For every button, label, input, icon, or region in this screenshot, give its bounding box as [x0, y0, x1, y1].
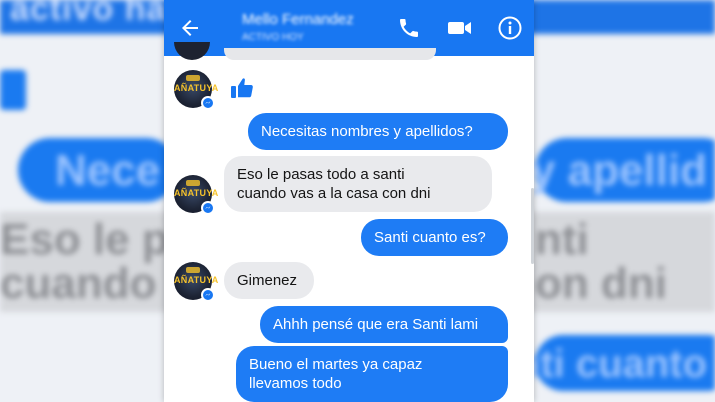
message-text-line2: cuando vas a la casa con dni: [237, 185, 431, 202]
message-thread[interactable]: AÑATUYA Necesitas nombres y apellidos? A…: [164, 42, 534, 402]
thumbs-up-icon[interactable]: [230, 76, 254, 100]
previous-avatar-edge: [174, 42, 210, 60]
message-bubble-outgoing[interactable]: Bueno el martes ya capaz llevamos todo: [236, 346, 508, 402]
messenger-badge-icon: [201, 201, 215, 215]
message-text: Gimenez: [237, 272, 298, 289]
message-bubble-incoming[interactable]: Gimenez: [224, 262, 314, 299]
info-icon[interactable]: [497, 15, 523, 41]
bg-blue-text-right-2: nti cuanto: [515, 342, 707, 386]
bg-blue-text-left: Nece: [55, 146, 161, 195]
bg-grey-text-right-line2: on dni: [535, 259, 667, 308]
video-camera-icon[interactable]: [447, 16, 473, 40]
message-text: Ahhh pensé que era Santi lami: [273, 316, 479, 333]
bg-grey-text-right: nti on dni: [535, 218, 667, 306]
avatar-label: AÑATUYA: [174, 188, 219, 198]
bg-grey-text-right-line1: nti: [535, 215, 589, 264]
messenger-screen: Mello Fernandez ACTIVO HOY AÑATUYA Neces…: [164, 0, 534, 402]
message-text: Santi cuanto es?: [374, 229, 486, 246]
contact-name[interactable]: Mello Fernandez: [242, 11, 354, 28]
contact-status: ACTIVO HOY: [242, 32, 304, 43]
avatar-label: AÑATUYA: [174, 275, 219, 285]
message-text-line2: llevamos todo: [249, 375, 342, 392]
back-arrow-icon[interactable]: [178, 16, 202, 40]
message-bubble-outgoing[interactable]: Ahhh pensé que era Santi lami: [260, 306, 508, 343]
message-text-line1: Eso le pasas todo a santi: [237, 166, 405, 183]
message-bubble-outgoing[interactable]: Necesitas nombres y apellidos?: [248, 113, 508, 150]
avatar-crest: [186, 75, 200, 81]
avatar-crest: [186, 180, 200, 186]
avatar-label: AÑATUYA: [174, 83, 219, 93]
avatar-crest: [186, 267, 200, 273]
scrollbar[interactable]: [531, 188, 534, 264]
bg-blue-text-right: y apellid: [530, 146, 707, 195]
message-bubble-outgoing[interactable]: Santi cuanto es?: [361, 219, 508, 256]
messenger-badge-icon: [201, 96, 215, 110]
phone-icon[interactable]: [397, 16, 421, 40]
avatar[interactable]: AÑATUYA: [174, 70, 219, 110]
messenger-badge-icon: [201, 288, 215, 302]
avatar[interactable]: AÑATUYA: [174, 175, 219, 215]
message-text: Necesitas nombres y apellidos?: [261, 123, 473, 140]
previous-bubble-edge: [224, 48, 436, 60]
bg-thumb-shape: [0, 70, 26, 110]
message-bubble-incoming[interactable]: Eso le pasas todo a santi cuando vas a l…: [224, 156, 492, 212]
avatar[interactable]: AÑATUYA: [174, 262, 219, 302]
message-text-line1: Bueno el martes ya capaz: [249, 356, 423, 373]
